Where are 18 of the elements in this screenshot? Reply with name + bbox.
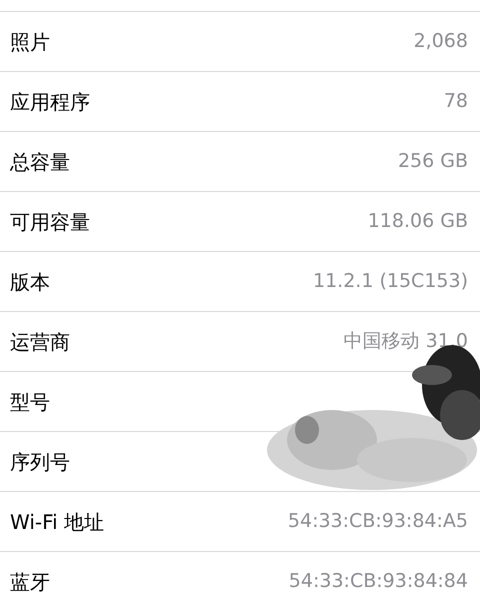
row-label: 可用容量 xyxy=(10,208,90,236)
row-label: 版本 xyxy=(10,268,50,296)
row-value: 118.06 GB xyxy=(368,209,468,234)
row-value: 11.2.1 (15C153) xyxy=(312,269,468,294)
row-label: 照片 xyxy=(10,28,50,56)
row-label: Wi-Fi 地址 xyxy=(10,508,104,536)
row-label: 应用程序 xyxy=(10,88,90,116)
row-value: 54:33:CB:93:84:84 xyxy=(288,569,468,594)
row-label: 蓝牙 xyxy=(10,568,50,596)
row-label: 运营商 xyxy=(10,328,70,356)
row-value: 78 xyxy=(444,89,468,114)
row-value: 54:33:CB:93:84:A5 xyxy=(288,509,468,534)
row-value: 2,068 xyxy=(414,29,468,54)
row-value: 中国移动 31.0 xyxy=(344,329,468,354)
row-label: 序列号 xyxy=(10,448,70,476)
row-value: 256 GB xyxy=(398,149,468,174)
row-label: 型号 xyxy=(10,388,50,416)
row-label: 总容量 xyxy=(10,148,70,176)
